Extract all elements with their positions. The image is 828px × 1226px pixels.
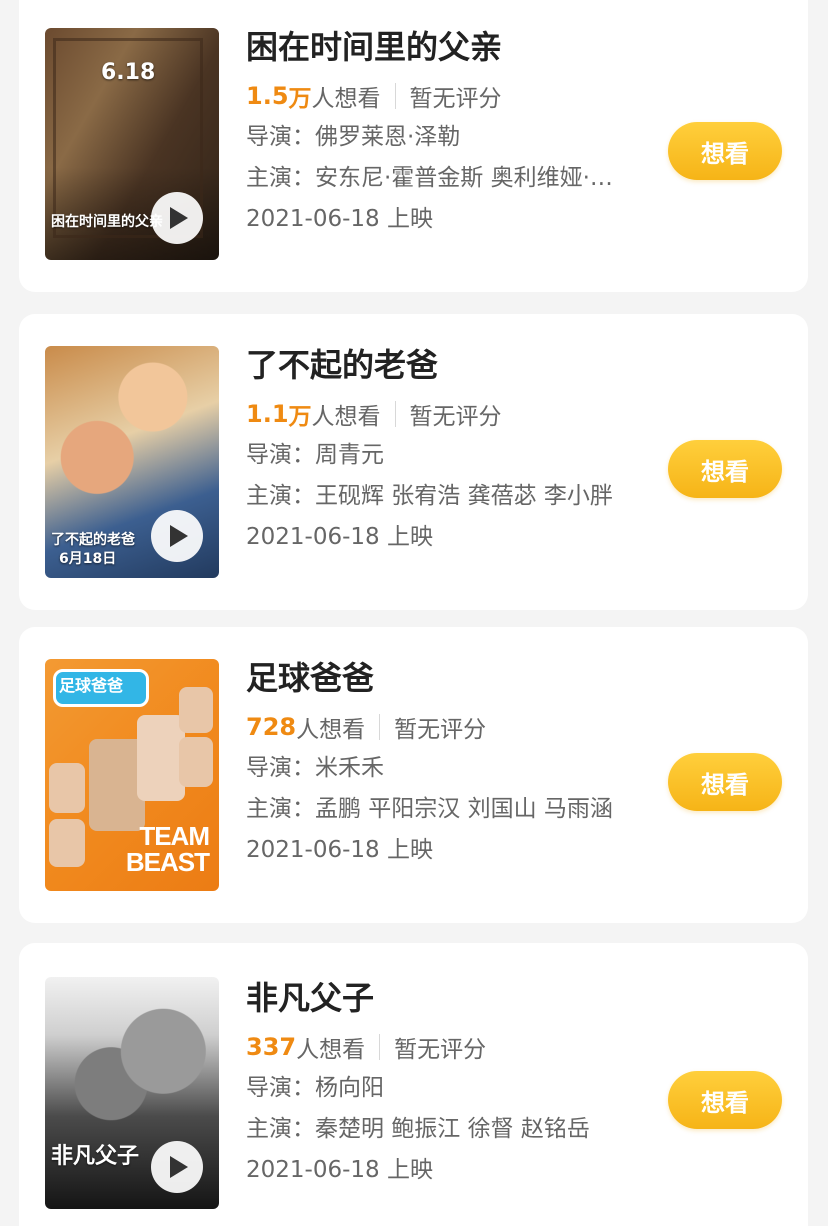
cast: 主演：安东尼·霍普金斯 奥利维娅·… [246,165,613,191]
director: 导演：米禾禾 [246,755,384,781]
movie-stats: 1.1 万人想看 暂无评分 [246,399,646,430]
want-count: 1.1 [246,400,289,428]
release-date: 2021-06-18 上映 [246,524,433,550]
divider [394,401,396,427]
want-label: 人想看 [296,717,366,743]
want-label: 人想看 [311,86,381,112]
poster-face [49,819,85,867]
want-to-watch-button[interactable]: 想看 [668,122,782,180]
movie-poster[interactable]: 了不起的老爸 6月18日 [45,346,219,578]
poster-face [179,737,213,787]
release-date: 2021-06-18 上映 [246,206,433,232]
want-to-watch-button[interactable]: 想看 [668,1071,782,1129]
movie-card[interactable]: 6.18 困在时间里的父亲 困在时间里的父亲 1.5 万人想看 暂无评分 导演：佛… [19,0,808,292]
movie-info: 困在时间里的父亲 1.5 万人想看 暂无评分 导演：佛罗莱恩·泽勒 主演：安东尼·… [246,26,646,234]
director: 导演：杨向阳 [246,1075,384,1101]
want-count: 337 [246,1033,297,1061]
want-count-unit: 万 [288,404,312,430]
rating-text: 暂无评分 [409,86,502,112]
poster-brand: 足球爸爸 [59,676,124,695]
movie-list: 6.18 困在时间里的父亲 困在时间里的父亲 1.5 万人想看 暂无评分 导演：佛… [0,0,828,1226]
cast: 主演：王砚辉 张宥浩 龚蓓苾 李小胖 [246,483,613,509]
movie-card[interactable]: 了不起的老爸 6月18日 了不起的老爸 1.1 万人想看 暂无评分 导演：周青元 … [19,314,808,610]
want-count: 1.5 [246,82,289,110]
divider [379,714,381,740]
rating-text: 暂无评分 [394,1037,487,1063]
movie-title[interactable]: 足球爸爸 [246,657,646,699]
movie-poster[interactable]: 足球爸爸 TEAM BEAST [45,659,219,891]
movie-card[interactable]: 足球爸爸 TEAM BEAST 足球爸爸 728 人想看 暂无评分 导演：米禾禾 … [19,627,808,923]
divider [379,1034,381,1060]
director: 导演：佛罗莱恩·泽勒 [246,124,461,150]
want-count-unit: 万 [288,86,312,112]
poster-date: 6月18日 [59,551,117,567]
movie-poster[interactable]: 6.18 困在时间里的父亲 [45,28,219,260]
movie-poster[interactable]: 非凡父子 [45,977,219,1209]
movie-info: 足球爸爸 728 人想看 暂无评分 导演：米禾禾 主演：孟鹏 平阳宗汉 刘国山 马… [246,657,646,865]
play-icon[interactable] [151,192,203,244]
movie-card[interactable]: 非凡父子 非凡父子 337 人想看 暂无评分 导演：杨向阳 主演：秦楚明 鲍振江 … [19,943,808,1226]
play-icon[interactable] [151,1141,203,1193]
movie-title[interactable]: 了不起的老爸 [246,344,646,386]
want-to-watch-button[interactable]: 想看 [668,753,782,811]
cast: 主演：秦楚明 鲍振江 徐督 赵铭岳 [246,1116,590,1142]
director: 导演：周青元 [246,442,384,468]
movie-title[interactable]: 非凡父子 [246,977,646,1019]
want-count: 728 [246,713,297,741]
movie-info: 非凡父子 337 人想看 暂无评分 导演：杨向阳 主演：秦楚明 鲍振江 徐督 赵铭… [246,977,646,1185]
movie-stats: 1.5 万人想看 暂无评分 [246,81,646,112]
movie-stats: 337 人想看 暂无评分 [246,1032,646,1063]
poster-face [49,763,85,813]
movie-stats: 728 人想看 暂无评分 [246,712,646,743]
divider [394,83,396,109]
release-date: 2021-06-18 上映 [246,1157,433,1183]
want-to-watch-button[interactable]: 想看 [668,440,782,498]
poster-face [137,715,185,801]
poster-face [179,687,213,733]
rating-text: 暂无评分 [394,717,487,743]
poster-text: TEAM BEAST [125,821,210,877]
rating-text: 暂无评分 [409,404,502,430]
movie-info: 了不起的老爸 1.1 万人想看 暂无评分 导演：周青元 主演：王砚辉 张宥浩 龚蓓… [246,344,646,552]
want-label: 人想看 [311,404,381,430]
play-icon[interactable] [151,510,203,562]
movie-title[interactable]: 困在时间里的父亲 [246,26,646,68]
poster-date: 6.18 [101,60,156,85]
want-label: 人想看 [296,1037,366,1063]
cast: 主演：孟鹏 平阳宗汉 刘国山 马雨涵 [246,796,613,822]
release-date: 2021-06-18 上映 [246,837,433,863]
